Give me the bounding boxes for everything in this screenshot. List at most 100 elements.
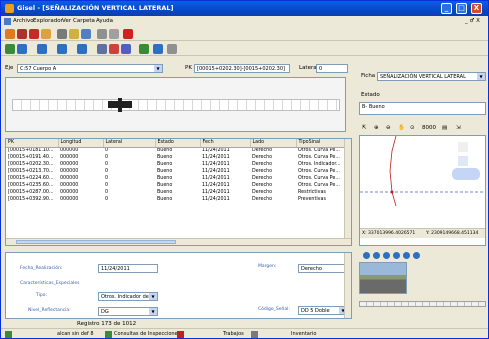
pan-icon[interactable]: ✋ [398,125,405,131]
photo-last-icon[interactable] [413,252,420,259]
photo-timeline[interactable] [359,301,486,307]
first-record-icon[interactable] [17,44,27,54]
zoom-in-icon[interactable]: ⊕ [374,125,379,131]
road-strip-panel[interactable] [5,77,346,132]
nivel-label: Nivel_Reflectancia: [28,308,71,313]
open-icon[interactable] [5,29,15,39]
table-vertical-scrollbar[interactable] [344,139,351,245]
table-cell: 11/24/2011 [202,176,230,181]
ficha-select[interactable]: SEÑALIZACIÓN VERTICAL LATERAL ▼ [377,72,486,81]
ruler-icon[interactable] [167,44,177,54]
table-row[interactable]: [00015+0202.30... 000000 0 Bueno 11/24/2011 D… [6,161,351,168]
trabajos-icon [251,331,258,338]
column-header-estado[interactable]: Estado [155,139,201,148]
fecha-field[interactable]: 11/24/2011 [98,264,158,273]
form-scrollbar[interactable] [344,253,351,318]
photo-stop-icon[interactable] [393,252,400,259]
tools-icon [177,331,184,338]
pointer-icon[interactable]: ⇱ [362,125,367,131]
column-header-longitud[interactable]: Longitud [58,139,104,148]
eje-dropdown-icon[interactable]: ▼ [154,65,162,72]
map-icon[interactable] [139,44,149,54]
table-cell: 11/24/2011 [202,183,230,188]
map-pan-arrows-icon[interactable] [452,168,480,180]
table-row[interactable]: [00015+0213.70... 000000 0 Bueno 11/24/2011 D… [6,168,351,175]
ficha-dropdown-icon[interactable]: ▼ [477,73,485,80]
map-panel[interactable]: X: 337013996.4026571 Y: 2309149668.45113… [359,135,486,246]
road-strip [12,99,340,111]
next-record-icon[interactable] [57,44,67,54]
layers-icon[interactable]: ▤ [442,125,447,131]
list-icon[interactable] [109,29,119,39]
caracteristicas-label: Características_Especiales [20,281,80,286]
last-record-icon[interactable] [77,44,87,54]
codigo-select[interactable]: DD 5 Doble ▼ [298,306,348,315]
close-button[interactable]: X [471,3,482,14]
photo-prev-icon[interactable] [373,252,380,259]
column-header-lado[interactable]: Lado [250,139,297,148]
trabajos-link[interactable]: Trabajos [223,331,244,337]
filter-icon[interactable] [121,44,131,54]
table-horizontal-scrollbar[interactable] [6,238,351,245]
ficha-value: SEÑALIZACIÓN VERTICAL LATERAL [380,74,466,80]
mdi-window-controls[interactable]: _ ♂ X [465,18,480,24]
nivel-select[interactable]: DG ▼ [98,307,158,316]
zoom-out-icon[interactable]: ⊖ [386,125,391,131]
fecha-label: Fecha_Realización: [20,266,63,271]
road-photo[interactable] [359,262,407,294]
estado-field[interactable]: B- Bueno [359,102,486,115]
table-row[interactable]: [00015+0191.40... 000000 0 Bueno 11/24/2011 D… [6,154,351,161]
table-row[interactable]: [00015+0224.60... 000000 0 Bueno 11/24/2011 D… [6,175,351,182]
table-cell: [00015+0202.30... [8,162,54,167]
table-cell: 11/24/2011 [202,148,230,154]
column-header-pk[interactable]: PK [6,139,59,148]
grid-icon[interactable] [97,29,107,39]
table-cell: Derecho [252,148,273,154]
delete-record-icon[interactable] [109,44,119,54]
print-icon[interactable] [41,29,51,39]
map-nav-north-icon[interactable] [458,142,468,152]
lateral-field[interactable]: 0 [316,64,348,73]
new-record-icon[interactable] [97,44,107,54]
menu-ver[interactable]: Ver [62,18,71,24]
previous-record-icon[interactable] [37,44,47,54]
inventario-link[interactable]: Inventario [291,331,316,337]
nivel-dropdown-icon[interactable]: ▼ [149,308,157,315]
photo-next-icon[interactable] [403,252,410,259]
globe-icon[interactable]: ⊙ [410,125,415,131]
table-row[interactable]: [00015+0235.60... 000000 0 Bueno 11/24/2011 D… [6,182,351,189]
table-row[interactable]: [00015+0181.10... 000000 0 Bueno 11/24/2011 D… [6,147,351,154]
menu-ayuda[interactable]: Ayuda [96,18,113,24]
map-nav-compass-icon[interactable] [458,156,468,166]
map-options-icon[interactable]: ⇲ [456,125,461,131]
menu-archivo[interactable]: Archivo [13,18,34,24]
title-bar: Gisel - [SEÑALIZACIÓN VERTICAL LATERAL] … [1,1,488,16]
detail-form-panel: Fecha_Realización: 11/24/2011 Margen: De… [5,252,352,319]
maximize-button[interactable]: □ [456,3,467,14]
consultas-link[interactable]: Consultas de Inspecciones [114,331,180,337]
folder-icon[interactable] [69,29,79,39]
tipo-dropdown-icon[interactable]: ▼ [149,293,157,300]
photo-play-icon[interactable] [383,252,390,259]
camera-icon[interactable] [153,44,163,54]
photo-first-icon[interactable] [363,252,370,259]
margen-field[interactable]: Derecho [298,264,348,273]
eje-select[interactable]: C:57 Cuerpo A ▼ [17,64,163,73]
save-icon[interactable] [29,29,39,39]
minimize-button[interactable]: _ [441,3,452,14]
tipo-select[interactable]: Otros. Indicador de ▼ [98,292,158,301]
column-header-lateral[interactable]: Lateral [103,139,156,148]
scrollbar-thumb[interactable] [16,240,176,244]
table-row[interactable]: [00015+0287.00... 000000 0 Bueno 11/24/2011 D… [6,189,351,196]
select-icon[interactable] [5,44,15,54]
table-row[interactable]: [00015+0392.90... 000000 0 Bueno 11/24/2011 D… [6,196,351,203]
pk-field[interactable]: [00015+0202.30]-[0015+0202.30] [194,64,290,73]
info-icon[interactable] [123,29,133,39]
column-header-fech[interactable]: Fech [200,139,251,148]
search-icon[interactable] [57,29,67,39]
menu-carpeta[interactable]: Carpeta [73,18,95,24]
edit-icon[interactable] [17,29,27,39]
report-icon[interactable] [81,29,91,39]
menu-explorador[interactable]: Explorador [33,18,63,24]
column-header-tiposinal[interactable]: TipoSinal [296,139,351,148]
